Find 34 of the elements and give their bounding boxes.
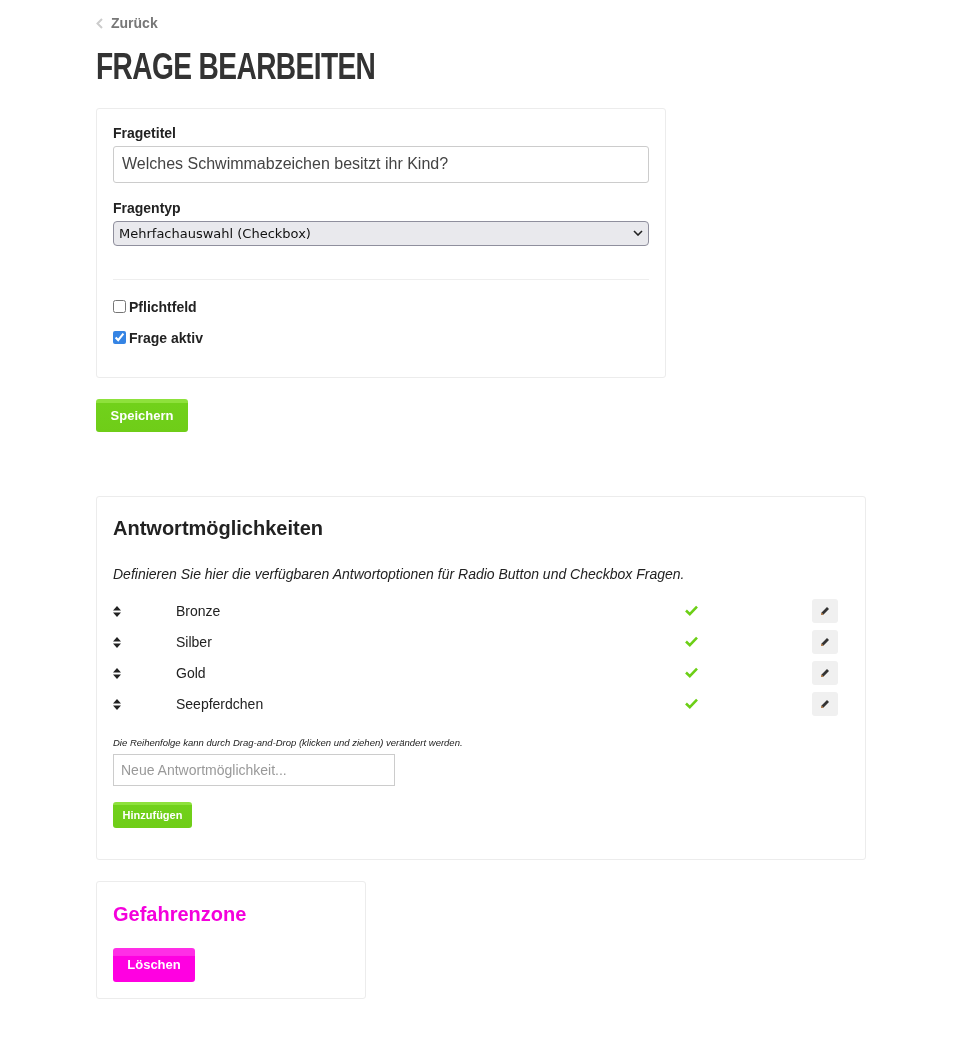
section-title: Gefahrenzone [113, 901, 248, 926]
section-description: Definieren Sie hier die verfügbaren Antwortoptionen für Radio Button und Checkbox Fragen. [113, 564, 686, 583]
checkbox-label: Frage aktiv [129, 329, 203, 346]
sort-handle-icon[interactable] [113, 667, 121, 679]
text-field[interactable]: Welches Schwimmabzeichen besitzt ihr Kind? [113, 145, 649, 183]
answer-label: Bronze [176, 603, 222, 619]
pencil-icon [820, 699, 830, 709]
edit-button[interactable] [812, 661, 838, 685]
pencil-icon [820, 668, 830, 678]
pencil-icon [820, 606, 830, 616]
chevron-down-icon [633, 230, 643, 236]
sort-handle-icon[interactable] [113, 698, 121, 710]
answer-label: Silber [176, 634, 213, 650]
edit-button[interactable] [812, 630, 838, 654]
answer-label: Gold [176, 665, 207, 681]
hint-text: Die Reihenfolge kann durch Drag-and-Drop (klicken und ziehen) verändert werden. [113, 736, 464, 749]
checkbox[interactable] [113, 331, 126, 344]
chevron-left-icon [96, 17, 103, 29]
section-title: Antwortmöglichkeiten [113, 515, 324, 540]
field-label: Fragentyp [113, 199, 182, 216]
edit-button[interactable] [812, 692, 838, 716]
select-field[interactable]: Mehrfachauswahl (Checkbox) [113, 220, 649, 246]
back-link[interactable]: Zurück [96, 15, 158, 31]
checkbox[interactable] [113, 300, 126, 313]
page-title: FRAGE BEARBEITEN [96, 46, 376, 87]
new-answer-field[interactable]: Neue Antwortmöglichkeit... [113, 753, 395, 786]
answer-label: Seepferdchen [176, 696, 265, 712]
pencil-icon [820, 637, 830, 647]
checkbox-label: Pflichtfeld [129, 298, 197, 315]
edit-button[interactable] [812, 599, 838, 623]
sort-handle-icon[interactable] [113, 605, 121, 617]
sort-handle-icon[interactable] [113, 636, 121, 648]
delete-button[interactable]: Löschen [113, 947, 195, 982]
field-label: Fragetitel [113, 124, 177, 141]
